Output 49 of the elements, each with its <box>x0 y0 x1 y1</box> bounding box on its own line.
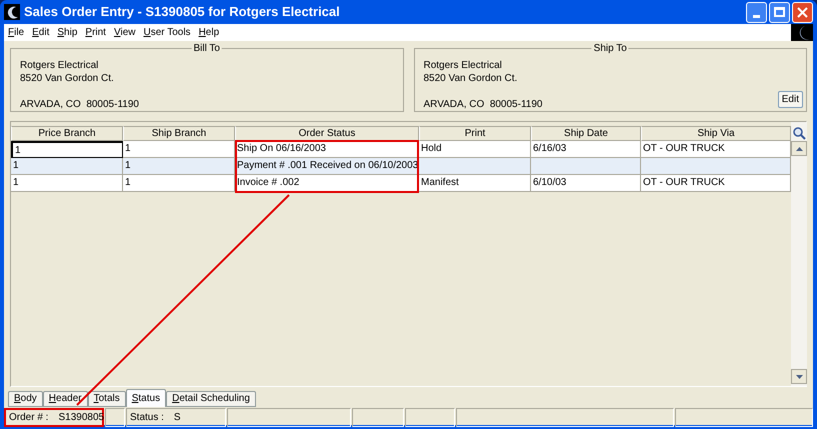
window-title: Sales Order Entry - S1390805 for Rotgers Electrical <box>24 3 340 22</box>
maximize-button[interactable] <box>769 2 790 22</box>
minimize-button[interactable] <box>746 2 767 22</box>
column-header[interactable]: Ship Branch <box>123 126 235 141</box>
table-cell: 6/10/03 <box>531 175 641 192</box>
address-line: 8520 Van Gordon Ct. <box>20 72 115 85</box>
menu-item[interactable]: User Tools <box>139 25 195 40</box>
table-cell: 1 <box>123 175 235 192</box>
up-arrow-icon <box>796 146 802 150</box>
column-header[interactable]: Price Branch <box>11 126 123 141</box>
menu-item[interactable]: File <box>4 25 28 40</box>
panel-title: Ship To <box>592 41 629 56</box>
menu-item[interactable]: Print <box>81 25 110 40</box>
close-button[interactable] <box>792 2 813 22</box>
table-cell: Manifest <box>419 175 531 192</box>
close-icon <box>797 6 808 18</box>
tab[interactable]: Totals <box>88 391 126 407</box>
column-header[interactable]: Ship Via <box>641 126 791 141</box>
table-cell: Invoice # .002 <box>235 175 419 192</box>
table-row[interactable]: 1 1 Invoice # .002 Manifest 6/10/03 OT - OUR TRUCK <box>11 175 791 192</box>
table-row[interactable]: 1 1 Ship On 06/16/2003 Hold 6/16/03 OT - OUR TRUCK <box>11 141 791 158</box>
menu-item[interactable]: View <box>110 25 140 40</box>
scroll-up-button[interactable] <box>791 141 807 156</box>
table-row[interactable]: 1 1 Payment # .001 Received on 06/10/2003 <box>11 158 791 175</box>
menu-item[interactable]: Edit <box>28 25 54 40</box>
app-logo-icon <box>4 4 20 20</box>
menu-item[interactable]: Ship <box>53 25 82 40</box>
tab[interactable]: Detail Scheduling <box>166 391 256 407</box>
tab[interactable]: Body <box>8 391 43 407</box>
status-label: Order # : <box>9 411 48 425</box>
column-header[interactable]: Ship Date <box>531 126 641 141</box>
edit-button[interactable]: Edit <box>778 91 803 108</box>
tab[interactable]: Header <box>42 391 88 407</box>
scroll-down-button[interactable] <box>791 369 807 384</box>
column-header[interactable]: Print <box>419 126 531 141</box>
app-logo-icon <box>791 24 813 41</box>
address-line: ARVADA, CO 80005-1190 <box>20 98 140 111</box>
address-line: Rotgers Electrical <box>424 59 503 72</box>
table-cell: OT - OUR TRUCK <box>641 175 791 192</box>
table-cell: 1 <box>11 175 123 192</box>
column-header[interactable]: Order Status <box>235 126 419 141</box>
address-line: Rotgers Electrical <box>20 59 100 72</box>
status-label: Status : <box>130 411 164 425</box>
menu-item[interactable]: Help <box>194 25 224 40</box>
address-line: 8520 Van Gordon Ct. <box>424 72 518 85</box>
tab[interactable]: Status <box>126 389 166 407</box>
search-icon[interactable] <box>791 126 807 141</box>
down-arrow-icon <box>796 374 802 378</box>
status-value: S <box>174 411 181 425</box>
